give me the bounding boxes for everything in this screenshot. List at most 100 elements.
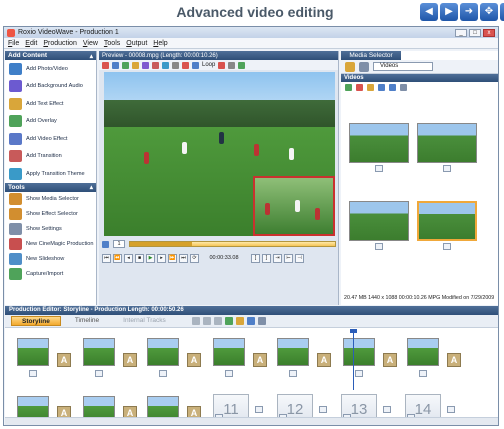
minimize-button[interactable]: _: [455, 28, 467, 37]
trim-icon[interactable]: ⇥: [273, 253, 282, 263]
tab-internal-tracks[interactable]: Internal Tracks: [113, 316, 176, 326]
storyline-clip[interactable]: [213, 338, 245, 366]
delete-icon[interactable]: [182, 61, 189, 69]
rewind-icon[interactable]: ⏪: [113, 253, 122, 263]
media-source-select[interactable]: Videos: [373, 62, 433, 71]
panel-item-add-photo-video[interactable]: Add Photo/Video: [5, 60, 96, 78]
split-icon[interactable]: ⊢: [284, 253, 293, 263]
transition-slot-icon[interactable]: [383, 406, 391, 413]
panel-item-show-media-selector[interactable]: Show Media Selector: [5, 192, 96, 207]
storyline-clip[interactable]: [83, 338, 115, 366]
loop-toggle[interactable]: Loop: [202, 62, 215, 68]
transition-icon[interactable]: A: [447, 353, 461, 367]
panel-item-new-cinemagic-production[interactable]: New CineMagic Production: [5, 237, 96, 252]
folder-icon[interactable]: [367, 83, 374, 91]
cut-icon[interactable]: [102, 61, 109, 69]
clip-options-icon[interactable]: [159, 370, 167, 377]
transition-icon[interactable]: A: [317, 353, 331, 367]
storyline-clip[interactable]: [17, 338, 49, 366]
transition-slot-icon[interactable]: [255, 406, 263, 413]
audio-icon[interactable]: [246, 317, 255, 325]
collapse-icon[interactable]: ▴: [90, 52, 93, 60]
video-thumbnail-selected[interactable]: [417, 201, 477, 253]
transition-slot-icon[interactable]: [447, 406, 455, 413]
video-preview[interactable]: [104, 72, 335, 236]
move-icon[interactable]: ✥: [480, 3, 498, 21]
zoom-icon[interactable]: [192, 61, 199, 69]
transition-icon[interactable]: [152, 61, 159, 69]
panel-item-new-slideshow[interactable]: New Slideshow: [5, 252, 96, 267]
text-icon[interactable]: [122, 61, 129, 69]
back-icon[interactable]: ◀: [420, 3, 438, 21]
fast-forward-icon[interactable]: ⏩: [168, 253, 177, 263]
close-button[interactable]: x: [483, 28, 495, 37]
video-thumbnail[interactable]: [417, 123, 477, 175]
video-thumbnail[interactable]: [349, 123, 409, 175]
copy-icon[interactable]: [213, 317, 222, 325]
add-icon[interactable]: [345, 83, 352, 91]
play-icon[interactable]: ▶: [440, 3, 458, 21]
mark-out-icon[interactable]: ]: [262, 253, 271, 263]
snapshot-icon[interactable]: [228, 61, 236, 69]
clip-options-icon[interactable]: [29, 370, 37, 377]
playhead[interactable]: [353, 332, 354, 390]
transition-slot-icon[interactable]: [319, 406, 327, 413]
panel-item-show-effect-selector[interactable]: Show Effect Selector: [5, 207, 96, 222]
panel-item-add-video-effect[interactable]: Add Video Effect: [5, 130, 96, 148]
panel-item-add-transition[interactable]: Add Transition: [5, 148, 96, 166]
text-icon[interactable]: [224, 317, 233, 325]
step-back-icon[interactable]: ◂: [124, 253, 133, 263]
clip-options-icon[interactable]: [95, 370, 103, 377]
transition-icon[interactable]: A: [187, 353, 201, 367]
panel-item-add-background-audio[interactable]: Add Background Audio: [5, 78, 96, 96]
menu-production[interactable]: Production: [43, 40, 76, 47]
clip-options-icon[interactable]: [355, 370, 363, 377]
sort-icon[interactable]: [400, 83, 407, 91]
view-icon[interactable]: [389, 83, 396, 91]
menu-tools[interactable]: Tools: [104, 40, 120, 47]
menu-help[interactable]: Help: [153, 40, 167, 47]
tab-storyline[interactable]: Storyline: [11, 316, 61, 326]
record-icon[interactable]: [218, 61, 226, 69]
play-icon[interactable]: ▶: [146, 253, 155, 263]
clip-options-icon[interactable]: [289, 370, 297, 377]
close-icon[interactable]: ✕: [500, 3, 504, 21]
folder-icon[interactable]: [345, 61, 355, 72]
remove-icon[interactable]: [356, 83, 363, 91]
overlay-icon[interactable]: [142, 61, 149, 69]
storyline-clip[interactable]: [277, 338, 309, 366]
forward-icon[interactable]: ➜: [460, 3, 478, 21]
loop-icon[interactable]: ⟳: [190, 253, 199, 263]
panel-item-add-overlay[interactable]: Add Overlay: [5, 113, 96, 131]
go-end-icon[interactable]: ⏭: [179, 253, 188, 263]
cut-icon[interactable]: [191, 317, 200, 325]
audio-icon[interactable]: [162, 61, 169, 69]
effect-icon[interactable]: [132, 61, 139, 69]
export-icon[interactable]: [238, 61, 246, 69]
storyline-scrollbar[interactable]: [5, 417, 498, 425]
panel-item-capture-import[interactable]: Capture/Import: [5, 267, 96, 282]
menu-file[interactable]: File: [8, 40, 19, 47]
scrub-bar[interactable]: [129, 241, 336, 247]
clip-end-icon[interactable]: ⊣: [295, 253, 304, 263]
mark-in-icon[interactable]: [: [251, 253, 260, 263]
menu-output[interactable]: Output: [126, 40, 147, 47]
stop-icon[interactable]: ■: [135, 253, 144, 263]
settings-icon[interactable]: [172, 61, 179, 69]
collapse-icon[interactable]: ▴: [90, 183, 93, 191]
transition-icon[interactable]: A: [123, 353, 137, 367]
clip-options-icon[interactable]: [419, 370, 427, 377]
storyline-clip[interactable]: [407, 338, 439, 366]
delete-icon[interactable]: [202, 317, 211, 325]
storyline-clip[interactable]: [147, 338, 179, 366]
settings-icon[interactable]: [257, 317, 266, 325]
panel-item-add-text-effect[interactable]: Add Text Effect: [5, 95, 96, 113]
step-forward-icon[interactable]: ▸: [157, 253, 166, 263]
panel-item-apply-transition-theme[interactable]: Apply Transition Theme: [5, 165, 96, 183]
tab-timeline[interactable]: Timeline: [65, 316, 109, 326]
video-thumbnail[interactable]: [349, 201, 409, 253]
transition-icon[interactable]: A: [57, 353, 71, 367]
back-folder-icon[interactable]: [359, 61, 369, 72]
effect-icon[interactable]: [235, 317, 244, 325]
panel-item-show-settings[interactable]: Show Settings: [5, 222, 96, 237]
